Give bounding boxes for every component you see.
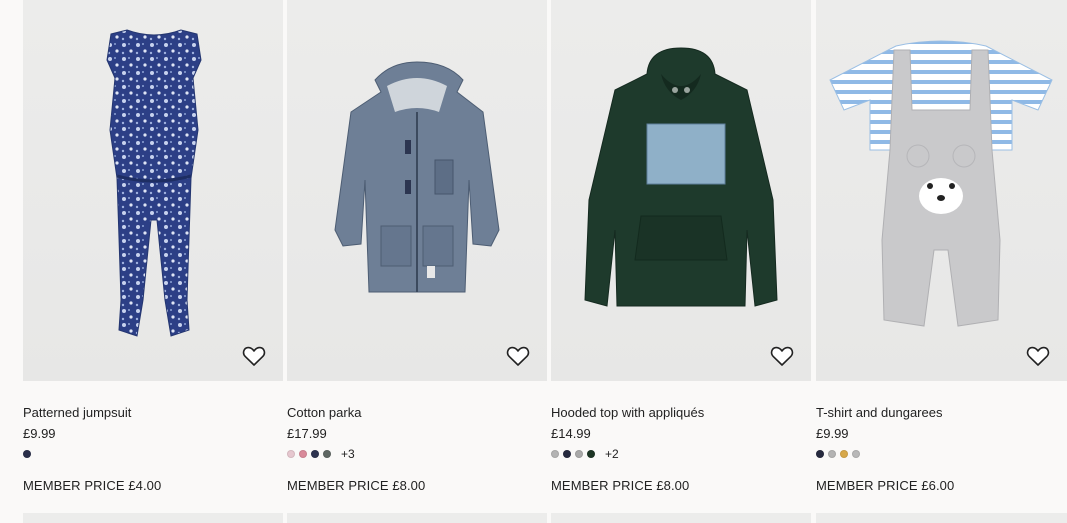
color-swatches: +2 bbox=[551, 447, 619, 461]
product-title[interactable]: Cotton parka bbox=[287, 405, 361, 420]
favorite-button[interactable] bbox=[769, 343, 795, 369]
member-price: MEMBER PRICE £4.00 bbox=[23, 478, 162, 493]
product-image-tshirt-dungarees[interactable] bbox=[816, 0, 1067, 381]
product-grid: Patterned jumpsuit £9.99 MEMBER PRICE £4… bbox=[0, 0, 1067, 523]
product-price: £9.99 bbox=[23, 426, 56, 441]
color-swatch[interactable] bbox=[299, 450, 307, 458]
color-swatch[interactable] bbox=[816, 450, 824, 458]
color-swatch[interactable] bbox=[852, 450, 860, 458]
product-card[interactable]: Cotton parka £17.99 +3 MEMBER PRICE £8.0… bbox=[287, 0, 547, 523]
color-swatches bbox=[23, 447, 31, 461]
product-card[interactable]: Hooded top with appliqués £14.99 +2 MEMB… bbox=[551, 0, 811, 523]
favorite-button[interactable] bbox=[241, 343, 267, 369]
color-swatch[interactable] bbox=[828, 450, 836, 458]
jumpsuit-illustration bbox=[106, 29, 202, 337]
next-row-image bbox=[23, 513, 283, 523]
color-swatch[interactable] bbox=[311, 450, 319, 458]
product-card[interactable]: Patterned jumpsuit £9.99 MEMBER PRICE £4… bbox=[23, 0, 283, 523]
color-swatch[interactable] bbox=[323, 450, 331, 458]
member-price: MEMBER PRICE £8.00 bbox=[551, 478, 690, 493]
color-swatch[interactable] bbox=[287, 450, 295, 458]
product-image-hooded-top[interactable] bbox=[551, 0, 811, 381]
color-swatch[interactable] bbox=[23, 450, 31, 458]
product-price: £14.99 bbox=[551, 426, 591, 441]
member-price: MEMBER PRICE £8.00 bbox=[287, 478, 426, 493]
color-swatch[interactable] bbox=[575, 450, 583, 458]
product-title[interactable]: Patterned jumpsuit bbox=[23, 405, 131, 420]
color-swatches bbox=[816, 447, 860, 461]
heart-outline-icon bbox=[242, 346, 266, 366]
color-swatch[interactable] bbox=[563, 450, 571, 458]
color-swatch[interactable] bbox=[551, 450, 559, 458]
more-colors-count[interactable]: +2 bbox=[605, 447, 619, 461]
heart-outline-icon bbox=[770, 346, 794, 366]
parka-illustration bbox=[334, 61, 500, 293]
next-row-image bbox=[287, 513, 547, 523]
heart-outline-icon bbox=[506, 346, 530, 366]
product-price: £9.99 bbox=[816, 426, 849, 441]
color-swatches: +3 bbox=[287, 447, 355, 461]
product-title[interactable]: T-shirt and dungarees bbox=[816, 405, 942, 420]
more-colors-count[interactable]: +3 bbox=[341, 447, 355, 461]
next-row-image bbox=[551, 513, 811, 523]
product-image-cotton-parka[interactable] bbox=[287, 0, 547, 381]
product-image-patterned-jumpsuit[interactable] bbox=[23, 0, 283, 381]
heart-outline-icon bbox=[1026, 346, 1050, 366]
color-swatch[interactable] bbox=[840, 450, 848, 458]
favorite-button[interactable] bbox=[1025, 343, 1051, 369]
dungarees-illustration bbox=[829, 40, 1053, 327]
hoodie-illustration bbox=[584, 47, 778, 307]
product-card[interactable]: T-shirt and dungarees £9.99 MEMBER PRICE… bbox=[816, 0, 1067, 523]
product-title[interactable]: Hooded top with appliqués bbox=[551, 405, 704, 420]
favorite-button[interactable] bbox=[505, 343, 531, 369]
member-price: MEMBER PRICE £6.00 bbox=[816, 478, 955, 493]
product-price: £17.99 bbox=[287, 426, 327, 441]
next-row-image bbox=[816, 513, 1067, 523]
color-swatch[interactable] bbox=[587, 450, 595, 458]
